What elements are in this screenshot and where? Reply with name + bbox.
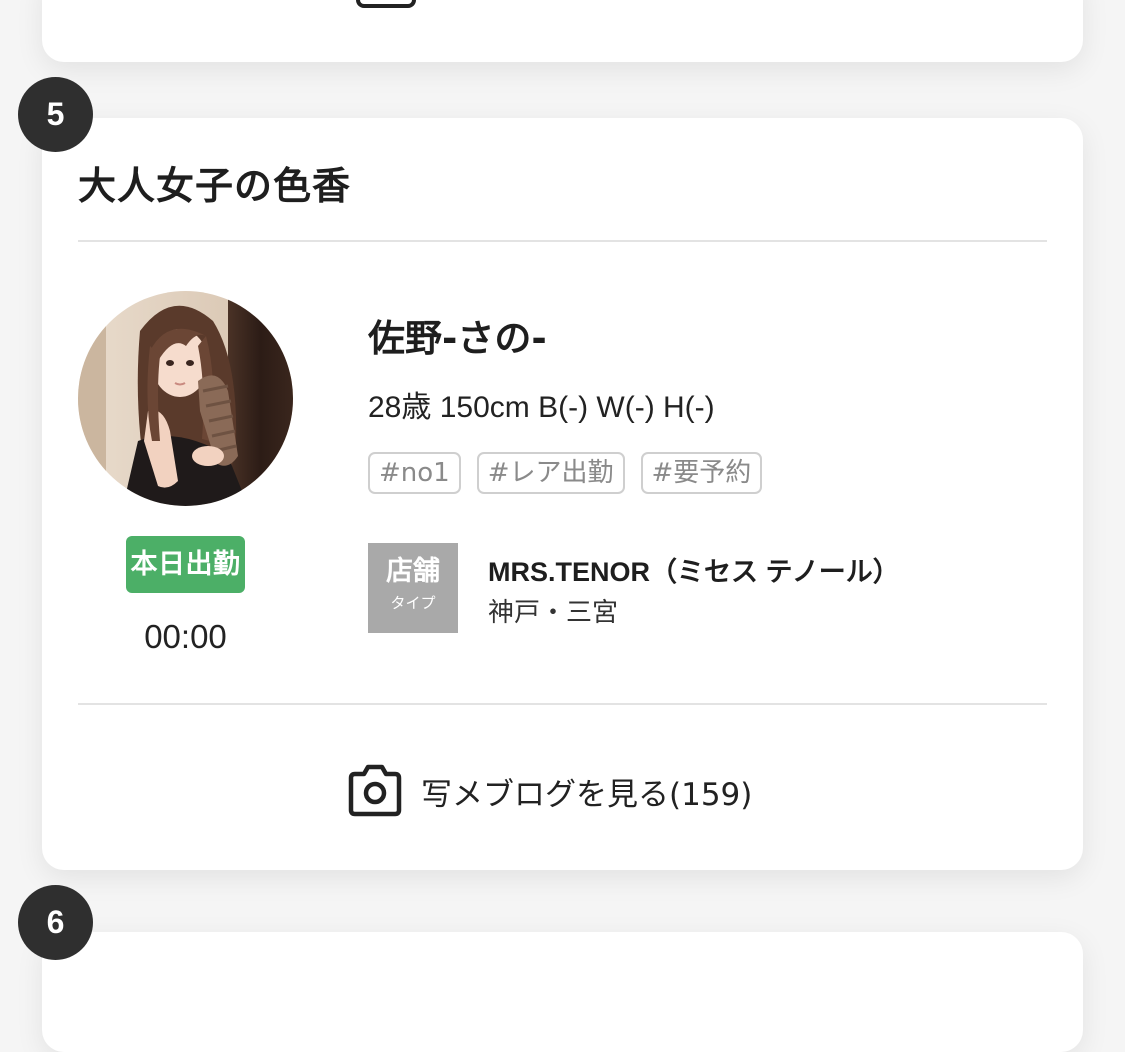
ranking-card: 大人女子の色香 本日出勤 00:00 佐野-さの- 28歳 150cm B(-)… (42, 118, 1083, 870)
girl-photo (78, 291, 293, 506)
next-ranking-card (42, 932, 1083, 1052)
rank-badge: 5 (18, 77, 93, 152)
tag-list: #no1 #レア出勤 #要予約 (368, 452, 763, 494)
tag: #レア出勤 (476, 452, 625, 494)
rank-badge: 6 (18, 885, 93, 960)
divider (78, 240, 1047, 242)
camera-icon (356, 0, 416, 8)
store-type-label: 店舗 (386, 556, 440, 587)
girl-avatar[interactable] (78, 291, 293, 506)
photo-blog-label: 写メブログを見る(159) (421, 776, 753, 813)
divider (78, 703, 1047, 705)
shop-name[interactable]: 大人女子の色香 (78, 155, 351, 210)
girl-profile: 28歳 150cm B(-) W(-) H(-) (368, 391, 715, 424)
attendance-badge: 本日出勤 (126, 536, 245, 593)
tag: #no1 (368, 452, 461, 494)
camera-icon (348, 764, 402, 817)
previous-ranking-card (42, 0, 1083, 62)
store-type-sublabel: タイプ (390, 594, 436, 612)
girl-name[interactable]: 佐野-さの- (368, 308, 547, 362)
store-name[interactable]: MRS.TENOR（ミセス テノール） (488, 550, 900, 589)
store-type-badge: 店舗 タイプ (368, 543, 458, 633)
attendance-time: 00:00 (144, 618, 227, 655)
tag: #要予約 (640, 452, 763, 494)
photo-blog-link[interactable]: 写メブログを見る(159) (345, 764, 752, 818)
store-area: 神戸・三宮 (488, 598, 619, 628)
